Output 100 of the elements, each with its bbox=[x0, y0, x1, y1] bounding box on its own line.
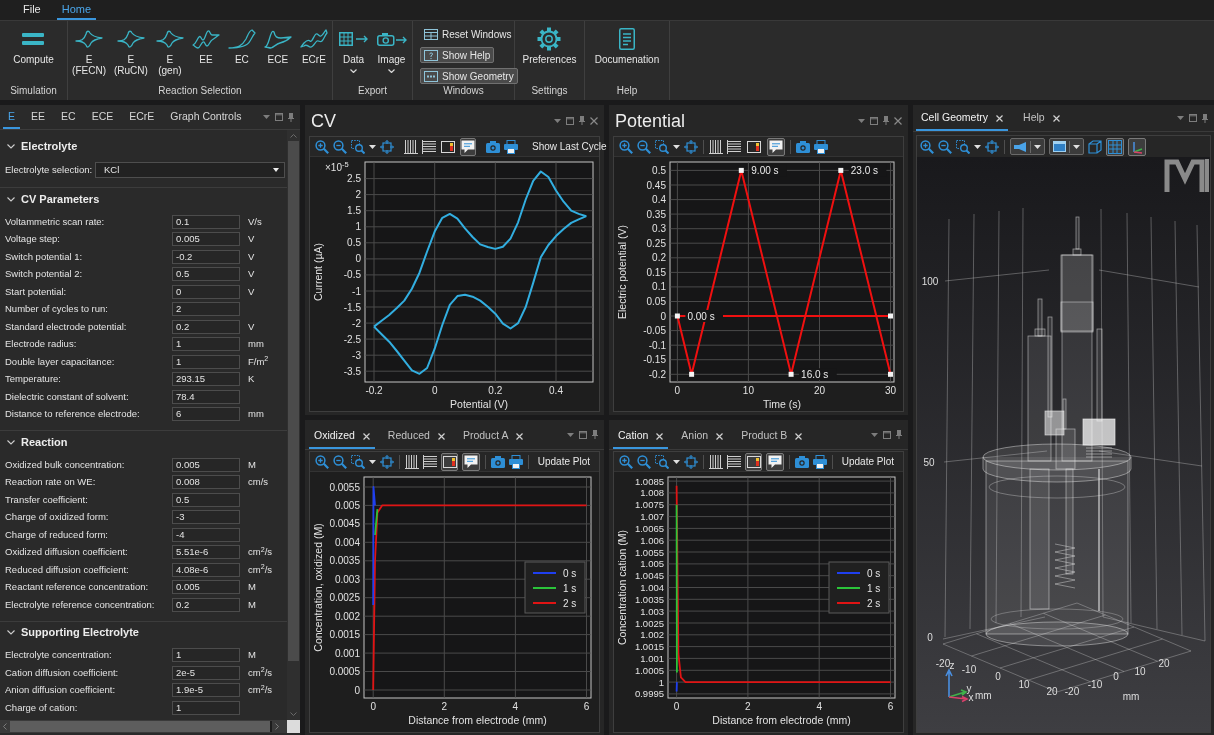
tick-label: 0.45 bbox=[646, 179, 666, 191]
unit-label: M bbox=[248, 580, 256, 595]
axis-tick-label: 20 bbox=[1158, 658, 1170, 669]
tick-label: 0.4 bbox=[549, 385, 563, 396]
field-label: Voltage step: bbox=[5, 232, 60, 247]
tick-label: 1.002 bbox=[640, 629, 664, 641]
tick-label: 0.0005 bbox=[329, 666, 360, 677]
tick-label: 0.2 bbox=[488, 385, 503, 396]
tick-label: 1.007 bbox=[640, 511, 664, 523]
field-label: Reaction rate on WE: bbox=[5, 475, 96, 490]
unit-label: cm$^{2}$/s bbox=[248, 665, 273, 680]
tick-label: 0.05 bbox=[646, 296, 666, 307]
field-label: Cation diffusion coefficient: bbox=[5, 665, 119, 680]
tick-label: 4 bbox=[816, 701, 822, 712]
field-label: Reactant reference concentration: bbox=[5, 580, 149, 595]
unit-label: cm/s bbox=[248, 475, 269, 490]
tick-label: 20 bbox=[813, 385, 826, 396]
tick-label: 0.9995 bbox=[634, 688, 664, 700]
field-label: Charge of reduced form: bbox=[5, 527, 108, 542]
field-label: Electrolyte concentration: bbox=[5, 648, 112, 663]
tick-label: 1.004 bbox=[640, 582, 664, 593]
unit-label: K bbox=[248, 372, 255, 387]
tick-label: 1.0075 bbox=[634, 499, 664, 511]
tick-label: -0.1 bbox=[648, 339, 666, 351]
tick-label: 1.5 bbox=[347, 205, 361, 217]
point-label: 16.0 s bbox=[801, 368, 829, 380]
axis-tick-label: 100 bbox=[921, 276, 939, 287]
axis-title: Concentration, oxidized (M) bbox=[312, 523, 324, 652]
field-label: Anion diffusion coefficient: bbox=[5, 683, 116, 698]
group-label: Reaction Selection bbox=[158, 85, 242, 98]
unit-label: F/m$^{2}$ bbox=[248, 354, 269, 369]
unit-label: mm bbox=[248, 337, 264, 352]
field-label: Charge of oxidized form: bbox=[5, 510, 109, 525]
field-label: Distance to reference electrode: bbox=[5, 407, 140, 422]
axis-tick-label: 10 bbox=[1018, 679, 1030, 690]
axis-tick-label: 0 bbox=[995, 671, 1001, 682]
axis-tick-label: -10 bbox=[961, 664, 977, 675]
axis-tick-label: 20 bbox=[1046, 686, 1058, 697]
field-label: Dielectric constant of solvent: bbox=[5, 389, 129, 404]
tick-label: 0.001 bbox=[334, 647, 360, 659]
field-label: Electrode radius: bbox=[5, 337, 77, 352]
tick-label: 1 bbox=[355, 221, 361, 233]
unit-label: V bbox=[248, 249, 255, 264]
legend-label: 0 s bbox=[563, 567, 577, 579]
triad-axis-label: y bbox=[966, 683, 972, 694]
tick-label: 0.0025 bbox=[329, 592, 360, 604]
tick-label: 10 bbox=[742, 385, 754, 396]
axis-tick-label: 0 bbox=[927, 632, 933, 643]
unit-label: V bbox=[248, 319, 255, 334]
tick-label: 6 bbox=[887, 701, 894, 712]
group-label: Windows bbox=[443, 85, 484, 98]
field-label: Standard electrode potential: bbox=[5, 319, 127, 334]
tick-label: 0 bbox=[674, 385, 681, 396]
tick-label: 0.003 bbox=[334, 573, 360, 585]
tick-label: 1 bbox=[658, 676, 664, 688]
field-label: Temperature: bbox=[5, 372, 61, 387]
panel-title: CV bbox=[310, 110, 336, 131]
field-label: Reduced diffusion coefficient: bbox=[5, 562, 129, 577]
field-label: Start potential: bbox=[5, 284, 67, 299]
axis-tick-label: 10 bbox=[1134, 666, 1146, 677]
unit-label: M bbox=[248, 457, 256, 472]
field-label: Electrolyte reference concentration: bbox=[5, 597, 155, 612]
unit-label: mm bbox=[248, 407, 264, 422]
legend-label: 0 s bbox=[867, 567, 881, 579]
tick-label: 1.0005 bbox=[634, 664, 664, 676]
tick-label: 2 bbox=[355, 189, 361, 201]
tick-label: -1.5 bbox=[343, 301, 361, 313]
triad-axis-label: z bbox=[949, 660, 955, 671]
point-label: 9.00 s bbox=[751, 164, 779, 176]
tick-label: 1.0055 bbox=[634, 546, 664, 558]
tick-label: 0.5 bbox=[347, 237, 361, 249]
tick-label: 0.4 bbox=[652, 194, 666, 206]
tick-label: -2 bbox=[352, 317, 361, 329]
tick-label: -3 bbox=[352, 349, 361, 361]
axis-title: Distance from electrode (mm) bbox=[712, 714, 851, 726]
axis-unit-label: mm bbox=[1122, 691, 1140, 702]
group-label: Help bbox=[616, 85, 638, 98]
tick-label: 1.0035 bbox=[634, 593, 664, 605]
axis-multiplier: ×10$^{-5}$ bbox=[325, 162, 349, 174]
tick-label: 0.1 bbox=[652, 281, 666, 293]
field-label: Voltammetric scan rate: bbox=[5, 214, 105, 229]
tick-label: 1.005 bbox=[640, 558, 664, 570]
tick-label: 0.5 bbox=[652, 164, 666, 176]
field-label: Charge of cation: bbox=[5, 700, 78, 715]
tick-label: 0.005 bbox=[334, 499, 360, 511]
field-label: Number of cycles to run: bbox=[5, 302, 108, 317]
tick-label: 1.0015 bbox=[634, 641, 664, 653]
tick-label: 0 bbox=[355, 253, 361, 265]
tick-label: 2 bbox=[745, 701, 751, 712]
panel-title: Potential bbox=[614, 110, 686, 131]
field-label: Transfer coefficient: bbox=[5, 492, 88, 507]
axis-unit-label: mm bbox=[975, 690, 992, 701]
tick-label: 0.0045 bbox=[329, 518, 360, 530]
tick-label: -0.5 bbox=[343, 269, 361, 281]
tick-label: 1.0045 bbox=[634, 570, 664, 582]
axis-tick-label: -20 bbox=[1064, 686, 1080, 697]
unit-label: cm$^{2}$/s bbox=[248, 562, 273, 577]
axis-title: Electric potential (V) bbox=[616, 225, 628, 319]
axis-tick-label: 0 bbox=[1113, 671, 1119, 682]
tick-label: -0.2 bbox=[648, 368, 666, 380]
